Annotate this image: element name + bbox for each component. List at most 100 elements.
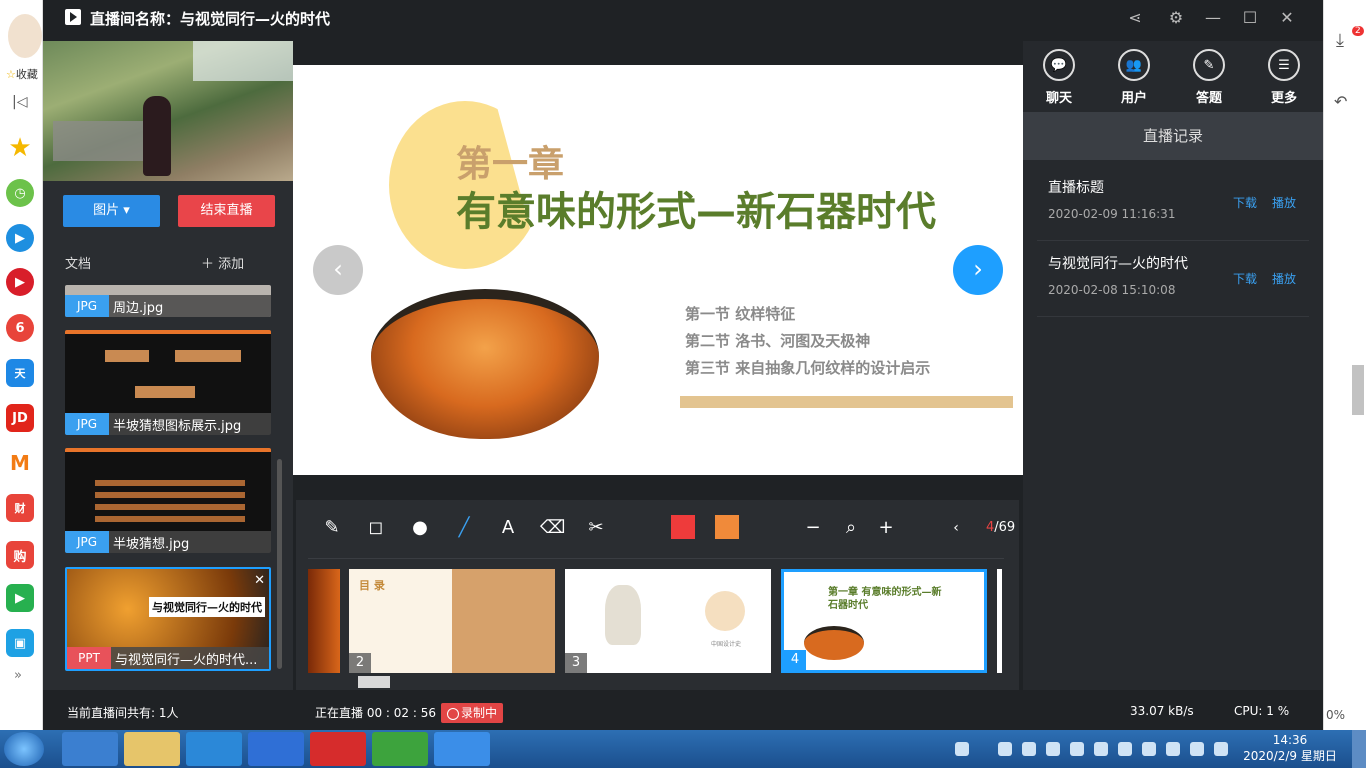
network-icon[interactable] [1190, 742, 1204, 756]
tray-icon[interactable] [998, 742, 1012, 756]
next-slide-button[interactable]: › [953, 245, 1003, 295]
wechat-icon[interactable] [372, 732, 428, 766]
tray-icon[interactable] [1166, 742, 1180, 756]
video-app-icon[interactable]: ▶ [6, 224, 34, 252]
play-link[interactable]: 播放 [1272, 194, 1296, 211]
page-prev-icon[interactable]: ‹ [944, 516, 968, 540]
download-link[interactable]: 下载 [1233, 270, 1257, 287]
pencil-icon: ✎ [1193, 49, 1225, 81]
tab-more[interactable]: ☰ 更多 [1254, 49, 1314, 106]
show-desktop-button[interactable] [1352, 730, 1366, 768]
text-icon[interactable]: A [496, 516, 520, 540]
document-name: 与视觉同行—火的时代... [115, 652, 258, 668]
system-clock[interactable]: 14:36 2020/2/9 星期日 [1240, 732, 1340, 764]
undo-icon[interactable]: ↶ [1334, 92, 1347, 111]
drawing-toolbar: ✎ ◻ ● ╱ A ⌫ ✂ − ⌕ + ‹ 4/69 › 目 录 2 中国设计史… [296, 500, 1036, 690]
tray-icon[interactable] [1094, 742, 1108, 756]
document-item-selected[interactable]: 与视觉同行—火的时代 ✕ PPT 与视觉同行—火的时代... [65, 567, 271, 671]
start-button[interactable] [4, 732, 44, 766]
collapse-icon[interactable]: |◁ [12, 94, 27, 110]
add-document-button[interactable]: ＋ 添加 [201, 253, 244, 272]
record-item: 与视觉同行—火的时代 2020-02-08 15:10:08 下载 播放 [1037, 241, 1309, 317]
tab-answer[interactable]: ✎ 答题 [1179, 49, 1239, 106]
end-live-button[interactable]: 结束直播 [178, 195, 275, 227]
weibo-icon[interactable]: 6 [6, 314, 34, 342]
document-item[interactable]: JPG 半坡猜想.jpg [65, 448, 271, 553]
wps-icon[interactable] [248, 732, 304, 766]
zoom-out-icon[interactable]: − [801, 516, 825, 540]
clock-date: 2020/2/9 星期日 [1243, 749, 1337, 763]
bilibili-icon[interactable]: ▣ [6, 629, 34, 657]
play-link[interactable]: 播放 [1272, 270, 1296, 287]
page-scrollbar[interactable] [1352, 365, 1364, 415]
maximize-button[interactable]: ☐ [1238, 6, 1262, 30]
download-link[interactable]: 下载 [1233, 194, 1257, 211]
slide-thumbnail-selected[interactable]: 第一章 有意味的形式—新石器时代 4 [781, 569, 987, 673]
thumbnail-scrollbar[interactable] [358, 676, 390, 688]
red-color-swatch[interactable] [671, 515, 695, 539]
circle-icon[interactable]: ● [408, 516, 432, 540]
app-logo-icon [65, 9, 81, 25]
thumbnail-title: 中国设计史 [711, 641, 742, 648]
share-icon[interactable]: ⋖ [1123, 6, 1147, 30]
tray-icon[interactable] [1022, 742, 1036, 756]
slide-thumbnail[interactable] [308, 569, 340, 673]
favorites-label[interactable]: ☆收藏 [6, 66, 38, 82]
explorer-icon[interactable] [124, 732, 180, 766]
recording-badge[interactable]: 录制中 [441, 703, 504, 723]
image-mode-button[interactable]: 图片 ▾ [63, 195, 160, 227]
music-app-icon[interactable]: ▶ [6, 268, 34, 296]
rectangle-icon[interactable]: ◻ [364, 516, 388, 540]
search-icon[interactable]: ⌕ [839, 516, 863, 540]
browser-icon[interactable] [186, 732, 242, 766]
zoom-level: 0% [1326, 708, 1346, 722]
clear-icon[interactable]: ✂ [584, 516, 608, 540]
record-title: 直播标题 [1048, 180, 1104, 196]
finance-icon[interactable]: 财 [6, 494, 34, 522]
clock-icon[interactable]: ◷ [6, 179, 34, 207]
live-app-icon[interactable] [310, 732, 366, 766]
eraser-icon[interactable]: ⌫ [540, 516, 565, 540]
cpu-usage: CPU: 1 % [1234, 704, 1290, 718]
file-type-badge: JPG [65, 531, 109, 553]
document-item[interactable]: JPG 半坡猜想图标展示.jpg [65, 330, 271, 435]
thumbnail-title: 目 录 [359, 579, 385, 592]
zoom-in-icon[interactable]: + [874, 516, 898, 540]
avatar[interactable] [8, 14, 42, 58]
volume-icon[interactable] [1214, 742, 1228, 756]
jd-icon[interactable]: JD [6, 404, 34, 432]
tab-users[interactable]: 👥 用户 [1104, 49, 1164, 106]
tray-icon[interactable] [955, 742, 969, 756]
slide-thumbnail[interactable]: 目 录 2 [349, 569, 555, 673]
record-title: 与视觉同行—火的时代 [1048, 256, 1188, 272]
mango-icon[interactable]: M [6, 449, 34, 477]
orange-color-swatch[interactable] [715, 515, 739, 539]
remove-document-icon[interactable]: ✕ [254, 573, 265, 588]
teaching-app-icon[interactable] [434, 732, 490, 766]
document-item[interactable]: JPG 周边.jpg [65, 285, 271, 317]
slide-thumbnail[interactable]: 中国设计史 3 [565, 569, 771, 673]
download-icon[interactable]: ⤓ [1336, 30, 1344, 51]
tab-chat[interactable]: 💬 聊天 [1029, 49, 1089, 106]
minimize-button[interactable]: — [1201, 6, 1225, 30]
pen-icon[interactable]: ✎ [320, 516, 344, 540]
slide-thumbnail[interactable] [997, 569, 1002, 673]
slide-section: 第三节 来自抽象几何纹样的设计启示 [685, 359, 931, 377]
tray-icon[interactable] [1142, 742, 1156, 756]
tray-icon[interactable] [1118, 742, 1132, 756]
close-button[interactable]: ✕ [1275, 6, 1299, 30]
star-icon[interactable]: ★ [6, 133, 34, 163]
tmall-icon[interactable]: 天 [6, 359, 34, 387]
expand-icon[interactable]: » [14, 668, 22, 683]
record-header: 直播记录 [1023, 112, 1323, 160]
page-indicator: 4/69 [986, 520, 1016, 535]
tray-icon[interactable] [1070, 742, 1084, 756]
document-list-scrollbar[interactable] [277, 459, 282, 669]
line-icon[interactable]: ╱ [452, 516, 476, 540]
ie-icon[interactable] [62, 732, 118, 766]
tray-icon[interactable] [1046, 742, 1060, 756]
previous-slide-button[interactable]: ‹ [313, 245, 363, 295]
shopping-icon[interactable]: 购 [6, 541, 34, 569]
media-player-icon[interactable]: ▶ [6, 584, 34, 612]
settings-icon[interactable]: ⚙ [1164, 6, 1188, 30]
